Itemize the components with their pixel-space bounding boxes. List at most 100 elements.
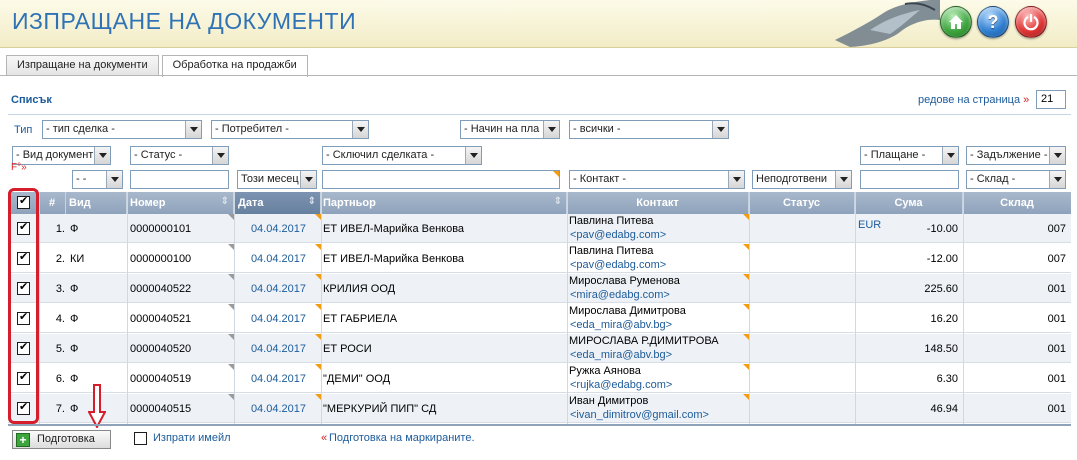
row-date[interactable]: 04.04.2017 (234, 214, 306, 243)
row-contact-name: Павлина Питева (569, 215, 654, 227)
row-amount: 46.94 (930, 403, 958, 415)
unprepared-select[interactable]: Неподготвени (752, 170, 852, 189)
app-header: ИЗПРАЩАНЕ НА ДОКУМЕНТИ ? (0, 0, 1077, 48)
payment-method-select[interactable]: - Начин на пла (460, 120, 560, 139)
row-warehouse: 001 (1047, 283, 1066, 295)
home-icon (949, 15, 963, 29)
row-partner[interactable]: КРИЛИЯ ООД (323, 274, 563, 303)
col-separator (127, 192, 128, 425)
row-index: 3. (55, 283, 65, 295)
list-title: Списък (11, 94, 52, 106)
hint-marker: « (321, 432, 328, 444)
consumer-select[interactable]: - Потребител - (211, 120, 369, 139)
col-separator (321, 192, 322, 425)
down-arrow-icon (88, 384, 106, 428)
row-amount: -12.00 (926, 253, 958, 265)
rows-per-page-input[interactable]: 21 (1036, 90, 1066, 109)
row-kind: Ф (70, 343, 79, 355)
plus-icon: + (16, 433, 30, 447)
dash-select[interactable]: - - (72, 170, 123, 189)
all-select[interactable]: - всички - (569, 120, 729, 139)
row-partner[interactable]: ЕТ ИВЕЛ-Марийка Венкова (323, 214, 563, 243)
payment-select[interactable]: - Плащане - (860, 146, 959, 165)
row-kind: Ф (70, 223, 79, 235)
row-contact-email[interactable]: <ivan_dimitrov@gmail.com> (570, 409, 748, 423)
table-row[interactable]: 3. Ф 0000040522 04.04.2017 КРИЛИЯ ООД Миросла… (8, 274, 1071, 303)
home-button[interactable] (940, 6, 972, 38)
row-date[interactable]: 04.04.2017 (234, 394, 306, 423)
table-row[interactable]: 6.Ф000004051904.04.2017"ДЕМИ" ООДРужка А… (8, 364, 1071, 393)
row-amount: 148.50 (924, 343, 958, 355)
tab-sales-processing[interactable]: Обработка на продажби (161, 55, 308, 77)
row-date[interactable]: 04.04.2017 (234, 364, 306, 393)
prepare-button[interactable]: + Подготовка (12, 430, 111, 449)
row-amount: 16.20 (930, 313, 958, 325)
row-amount: -10.00 (926, 223, 958, 235)
row-partner[interactable]: ЕТ РОСИ (323, 334, 563, 363)
sort-icon: ⇕ (553, 196, 562, 207)
row-date[interactable]: 04.04.2017 (234, 244, 306, 273)
table-row[interactable]: 1. Ф 0000000101 04.04.2017 ЕТ ИВЕЛ-Марийка В… (8, 214, 1071, 243)
col-partner[interactable]: Партньор ⇕ (321, 192, 567, 214)
col-doc-number[interactable]: Номер ⇕ (127, 192, 234, 214)
debt-select[interactable]: - Задължение - (966, 146, 1066, 165)
row-contact-email[interactable]: <rujka@edabg.com> (570, 379, 748, 393)
row-doc-number: 0000040519 (130, 373, 192, 385)
tab-divider (0, 75, 1077, 76)
send-email-checkbox[interactable] (134, 432, 147, 445)
row-date[interactable]: 04.04.2017 (234, 274, 306, 303)
col-status[interactable]: Статус (749, 192, 855, 214)
row-warehouse: 007 (1047, 253, 1066, 265)
help-button[interactable]: ? (977, 6, 1009, 38)
row-warehouse: 001 (1047, 373, 1066, 385)
row-partner[interactable]: "ДЕМИ" ООД (323, 364, 563, 393)
col-amount[interactable]: Сума (855, 192, 963, 214)
type-label: Тип (14, 124, 33, 136)
tab-send-documents[interactable]: Изпращане на документи (6, 55, 159, 76)
row-date[interactable]: 04.04.2017 (234, 334, 306, 363)
table-row[interactable]: 2. КИ 0000000100 04.04.2017 ЕТ ИВЕЛ-Марийка … (8, 244, 1071, 273)
col-warehouse[interactable]: Склад (963, 192, 1071, 214)
table-footer: + Подготовка Изпрати имейл « Подготовка н… (8, 424, 1071, 450)
row-partner[interactable]: "МЕРКУРИЙ ПИП" СД (323, 394, 563, 423)
row-warehouse: 007 (1047, 223, 1066, 235)
col-number[interactable]: # (39, 192, 66, 214)
col-kind[interactable]: Вид (66, 192, 127, 214)
warehouse-select[interactable]: - Склад - (966, 170, 1066, 189)
row-date[interactable]: 04.04.2017 (234, 304, 306, 333)
row-contact-email[interactable]: <pav@edabg.com> (570, 229, 748, 243)
table-row[interactable]: 7.Ф000004051504.04.2017"МЕРКУРИЙ ПИП" СД… (8, 394, 1071, 423)
row-contact-email[interactable]: <pav@edabg.com> (570, 259, 748, 273)
send-email-label[interactable]: Изпрати имейл (153, 432, 231, 444)
logout-button[interactable] (1015, 6, 1047, 38)
row-contact-email[interactable]: <eda_mira@abv.bg> (570, 349, 748, 363)
row-contact-email[interactable]: <eda_mira@abv.bg> (570, 319, 748, 333)
col-date[interactable]: Дата ⇕ (234, 192, 321, 214)
contact-select[interactable]: - Контакт - (569, 170, 745, 189)
row-warehouse: 001 (1047, 403, 1066, 415)
row-contact-email[interactable]: <mira@edabg.com> (570, 289, 748, 303)
col-contact[interactable]: Контакт (567, 192, 749, 214)
deal-type-select[interactable]: - тип сделка - (42, 120, 202, 139)
prepare-hint: Подготовка на маркираните. (329, 432, 475, 444)
partner-filter-input[interactable] (322, 170, 560, 189)
row-kind: Ф (70, 283, 79, 295)
table-row[interactable]: 4. Ф 0000040521 04.04.2017 ЕТ ГАБРИЕЛА Миросл… (8, 304, 1071, 333)
col-separator (567, 192, 568, 425)
row-index: 6. (55, 373, 65, 385)
row-kind: Ф (70, 313, 79, 325)
status-select[interactable]: - Статус - (130, 146, 229, 165)
month-select[interactable]: Този месец (237, 170, 317, 189)
table-header: # Вид Номер⇕ Дата⇕ Партньор⇕ Контакт Ста… (8, 192, 1071, 214)
col-separator (749, 192, 750, 425)
table-row[interactable]: 5. Ф 0000040520 04.04.2017 ЕТ РОСИ МИРОСЛАВА … (8, 334, 1071, 363)
row-partner[interactable]: ЕТ ГАБРИЕЛА (323, 304, 563, 333)
closed-by-select[interactable]: - Сключил сделката - (322, 146, 482, 165)
row-contact-name: Мирослава Руменова (569, 275, 680, 287)
amount-filter-input[interactable] (860, 170, 959, 189)
row-contact-name: МИРОСЛАВА Р.ДИМИТРОВА (569, 335, 719, 347)
divider (8, 114, 1071, 115)
row-amount: 225.60 (924, 283, 958, 295)
row-partner[interactable]: ЕТ ИВЕЛ-Марийка Венкова (323, 244, 563, 273)
number-filter-input[interactable] (130, 170, 229, 189)
